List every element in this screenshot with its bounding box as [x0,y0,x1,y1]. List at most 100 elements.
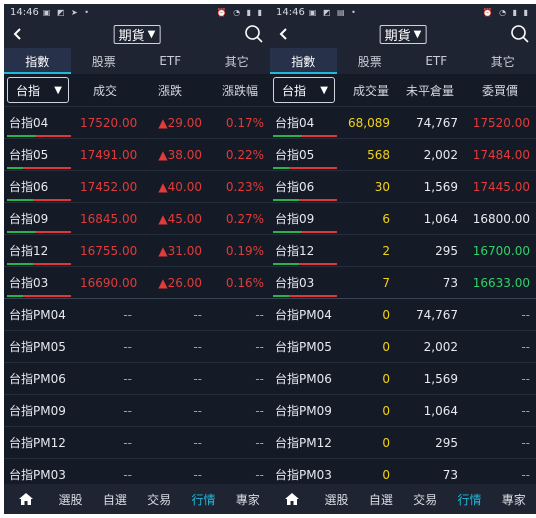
back-button[interactable] [8,24,28,44]
bid-price: -- [521,467,530,482]
contract-name: 台指04 [275,116,315,130]
column-header: 台指 ▼ 成交量 未平倉量 委買價 [270,74,536,106]
table-row[interactable]: 台指03 7 73 16633.00 [270,266,536,298]
table-row[interactable]: 台指PM12 0 295 -- [270,426,536,458]
tab-index[interactable]: 指數 [4,48,71,74]
nav-stock-picker[interactable]: 選股 [314,491,358,508]
open-interest: 74,767 [416,115,458,130]
table-row[interactable]: 台指PM05 0 2,002 -- [270,330,536,362]
last-price: -- [123,435,132,450]
bid-ratio-fill [273,199,299,201]
quote-list: 台指04 68,089 74,767 17520.00 台指05 568 2,002 1748… [270,106,536,490]
contract-name: 台指03 [9,276,49,290]
change-percent: 0.17% [225,115,264,130]
tab-stocks[interactable]: 股票 [71,48,138,74]
table-row[interactable]: 台指05 17491.00 ▲38.00 0.22% [4,138,270,170]
table-row[interactable]: 台指PM06 0 1,569 -- [270,362,536,394]
table-row[interactable]: 台指12 2 295 16700.00 [270,234,536,266]
table-row[interactable]: 台指05 568 2,002 17484.00 [270,138,536,170]
nav-expert[interactable]: 專家 [226,491,270,508]
table-row[interactable]: 台指06 17452.00 ▲40.00 0.23% [4,170,270,202]
table-row[interactable]: 台指04 68,089 74,767 17520.00 [270,106,536,138]
bid-ask-ratio-bar [273,263,337,265]
col-header-open-interest[interactable]: 未平倉量 [396,82,464,99]
change-percent: 0.27% [225,211,264,226]
table-row[interactable]: 台指04 17520.00 ▲29.00 0.17% [4,106,270,138]
tab-etf[interactable]: ETF [137,48,204,74]
bottom-nav: 選股 自選 交易 行情 專家 [270,484,536,514]
table-row[interactable]: 台指06 30 1,569 17445.00 [270,170,536,202]
table-row[interactable]: 台指PM09 -- -- -- [4,394,270,426]
open-interest: 1,064 [423,211,458,226]
table-row[interactable]: 台指PM05 -- -- -- [4,330,270,362]
nav-quotes[interactable]: 行情 [447,491,491,508]
open-interest: 295 [435,435,458,450]
chevron-left-icon [13,28,21,40]
open-interest: 2,002 [423,339,458,354]
left-screen: 14:46 ▣ ◩ ➤ • ⏰ ◔ ▮ ▮ 期貨 ▼ 指數 股票 ETF 其它 … [4,4,270,514]
table-row[interactable]: 台指03 16690.00 ▲26.00 0.16% [4,266,270,298]
nav-trade[interactable]: 交易 [403,491,447,508]
contract-name: 台指PM04 [275,308,332,322]
table-row[interactable]: 台指PM04 0 74,767 -- [270,298,536,330]
bid-ratio-fill [273,167,289,169]
back-button[interactable] [274,24,294,44]
nav-expert[interactable]: 專家 [492,491,536,508]
table-row[interactable]: 台指PM12 -- -- -- [4,426,270,458]
table-row[interactable]: 台指PM06 -- -- -- [4,362,270,394]
market-type-dropdown[interactable]: 期貨 ▼ [379,25,427,44]
table-row[interactable]: 台指09 16845.00 ▲45.00 0.27% [4,202,270,234]
bid-price: 17484.00 [472,147,530,162]
nav-stock-picker[interactable]: 選股 [48,491,92,508]
product-selector[interactable]: 台指 ▼ [273,77,335,103]
col-header-price[interactable]: 成交 [80,82,130,99]
product-selector[interactable]: 台指 ▼ [7,77,69,103]
volume: 0 [382,371,390,386]
table-row[interactable]: 台指PM04 -- -- -- [4,298,270,330]
tab-other[interactable]: 其它 [470,48,536,74]
page-title: 期貨 [118,29,145,44]
notification-icons: ▣ ◩ ▤ • [308,7,358,17]
search-button[interactable] [510,24,530,44]
contract-name: 台指PM04 [9,308,66,322]
tab-index[interactable]: 指數 [270,48,337,74]
nav-home[interactable] [270,492,314,506]
table-row[interactable]: 台指09 6 1,064 16800.00 [270,202,536,234]
page-title: 期貨 [384,29,411,44]
bid-ask-ratio-bar [7,295,71,297]
col-header-change[interactable]: 漲跌 [130,82,210,99]
price-change: ▲31.00 [158,243,202,258]
nav-watchlist[interactable]: 自選 [359,491,403,508]
price-change: ▲40.00 [158,179,202,194]
notification-icons: ▣ ◩ ➤ • [42,7,91,17]
price-change: -- [193,339,202,354]
product-selector-label: 台指 [16,83,41,98]
contract-name: 台指12 [9,244,49,258]
table-row[interactable]: 台指12 16755.00 ▲31.00 0.19% [4,234,270,266]
table-row[interactable]: 台指PM09 0 1,064 -- [270,394,536,426]
contract-name: 台指09 [9,212,49,226]
bid-price: -- [521,403,530,418]
contract-name: 台指04 [9,116,49,130]
tab-stocks[interactable]: 股票 [337,48,404,74]
nav-trade[interactable]: 交易 [137,491,181,508]
col-header-volume[interactable]: 成交量 [346,82,396,99]
nav-quotes[interactable]: 行情 [181,491,225,508]
col-header-change-pct[interactable]: 漲跌幅 [210,82,270,99]
bid-ask-ratio-bar [7,231,71,233]
search-button[interactable] [244,24,264,44]
home-icon [285,493,300,505]
col-header-bid[interactable]: 委買價 [464,82,536,99]
search-icon [511,25,529,43]
last-price: 16690.00 [80,275,138,290]
last-price: 17452.00 [80,179,138,194]
market-type-dropdown[interactable]: 期貨 ▼ [113,25,161,44]
tab-other[interactable]: 其它 [204,48,271,74]
bid-ratio-fill [273,231,302,233]
nav-watchlist[interactable]: 自選 [93,491,137,508]
nav-home[interactable] [4,492,48,506]
tab-etf[interactable]: ETF [403,48,470,74]
caret-down-icon: ▼ [54,84,62,96]
bid-price: 16800.00 [472,211,530,226]
bid-price: -- [521,307,530,322]
